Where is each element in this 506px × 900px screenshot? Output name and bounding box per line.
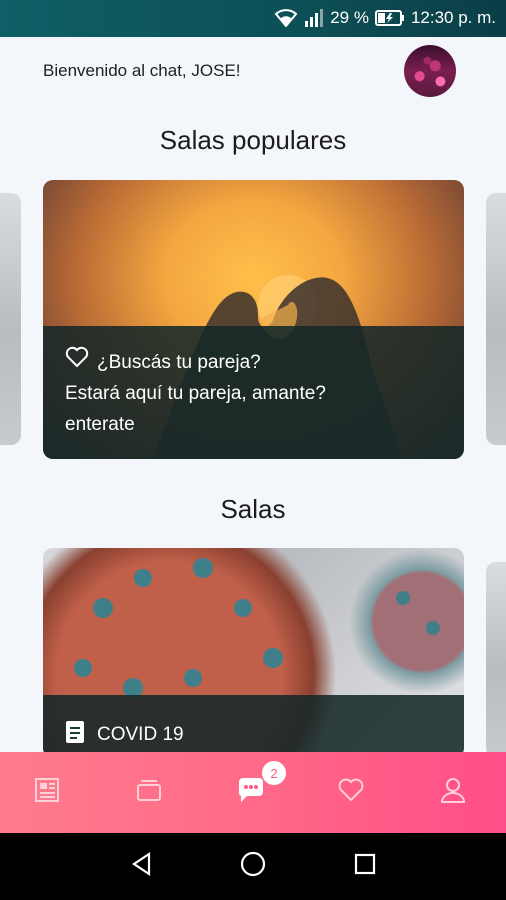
chat-badge: 2 [262,761,286,785]
bottom-tab-bar: 2 [0,752,506,833]
signal-icon [304,9,324,27]
wifi-icon [274,9,298,27]
popular-card-cta: enterate [65,414,135,435]
newspaper-icon [33,777,61,808]
status-bar: 29 % 12:30 p. m. [0,0,506,37]
recents-button[interactable] [335,833,395,900]
battery-charging-icon [374,10,405,26]
heart-outline-icon [338,778,364,807]
heart-outline-icon [65,346,89,378]
document-icon [65,720,85,750]
rooms-next-card[interactable] [486,562,506,758]
tab-news[interactable] [7,752,87,833]
back-icon [129,851,155,882]
tab-favorites[interactable] [311,752,391,833]
clock: 12:30 p. m. [410,8,496,27]
popular-card-title: ¿Buscás tu pareja? [97,351,261,373]
user-icon [440,776,466,809]
carousel-next-card[interactable] [486,193,506,445]
carousel-prev-card[interactable] [0,193,21,445]
tab-profile[interactable] [413,752,493,833]
popular-room-card[interactable]: ¿Buscás tu pareja? Estará aquí tu pareja… [43,180,464,459]
popular-card-overlay: ¿Buscás tu pareja? Estará aquí tu pareja… [43,326,464,459]
home-button[interactable] [223,833,283,900]
recents-icon [353,852,377,881]
tab-rooms[interactable] [109,752,189,833]
folder-icon [135,778,163,807]
popular-card-description: Estará aquí tu pareja, amante? [65,383,326,404]
avatar[interactable] [404,45,456,97]
battery-text: 29 % [330,8,369,27]
popular-rooms-title: Salas populares [159,125,347,155]
back-button[interactable] [112,833,172,900]
greeting-text: Bienvenido al chat, JOSE! [43,61,241,80]
room-card-title: COVID 19 [97,724,184,745]
chat-bubble-icon [236,776,266,809]
room-card-covid[interactable]: COVID 19 [43,548,464,758]
system-nav-bar [0,833,506,900]
home-icon [239,850,267,883]
rooms-title: Salas [220,494,286,524]
status-right: 29 % 12:30 p. m. [274,7,496,29]
room-card-overlay: COVID 19 [43,695,464,758]
